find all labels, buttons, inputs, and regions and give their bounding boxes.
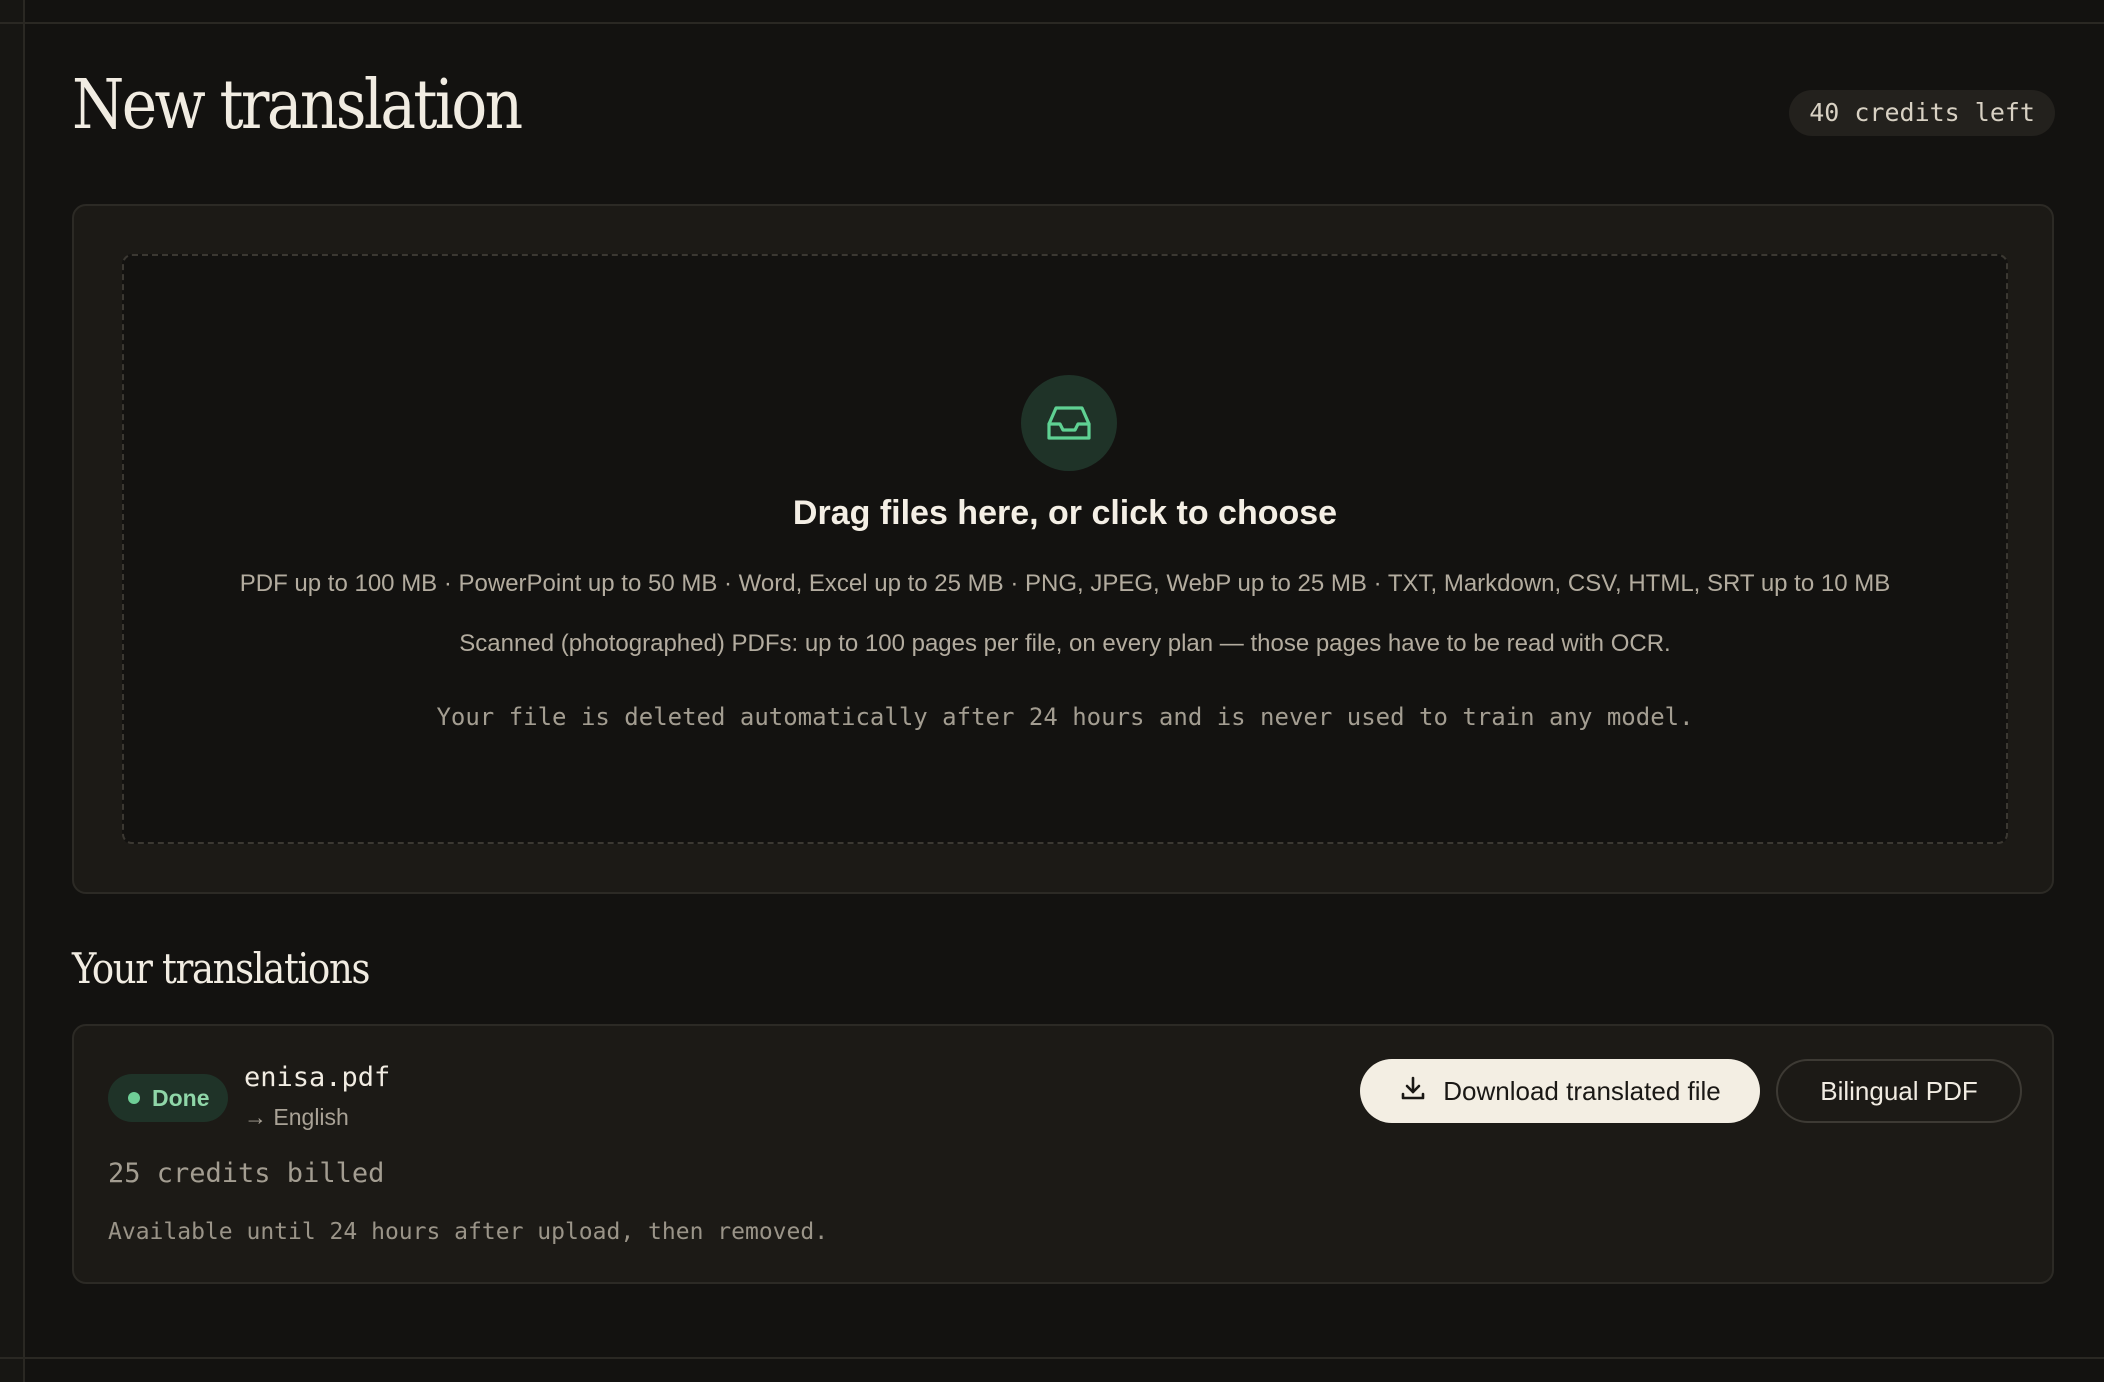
file-name: enisa.pdf [244,1062,391,1093]
credits-badge: 40 credits left [1789,90,2055,136]
inbox-icon [1021,375,1117,471]
status-dot-icon [128,1092,140,1104]
download-button-label: Download translated file [1443,1075,1721,1106]
credits-billed: 25 credits billed [108,1158,385,1189]
page-title: New translation [72,66,523,145]
privacy-note: Your file is deleted automatically after… [436,703,1694,731]
top-divider [0,22,2104,24]
translations-heading: Your translations [72,944,370,993]
app-window: New translation 40 credits left Drag fil… [0,0,2104,1382]
download-icon [1399,1074,1427,1109]
bilingual-pdf-button[interactable]: Bilingual PDF [1776,1059,2022,1123]
target-language: → English [244,1104,349,1130]
ocr-note: Scanned (photographed) PDFs: up to 100 p… [459,630,1671,657]
availability-note: Available until 24 hours after upload, t… [108,1219,829,1245]
supported-formats-text: PDF up to 100 MB · PowerPoint up to 50 M… [239,570,1891,597]
left-rail [0,0,25,1382]
file-dropzone[interactable]: Drag files here, or click to choose PDF … [122,254,2008,844]
download-translated-button[interactable]: Download translated file [1360,1059,1760,1123]
bottom-divider [0,1357,2104,1359]
status-badge: Done [108,1074,228,1122]
dropzone-title: Drag files here, or click to choose [792,494,1338,532]
status-label: Done [152,1084,210,1111]
translation-item: Done enisa.pdf → English Download transl… [72,1024,2054,1284]
upload-card: Drag files here, or click to choose PDF … [72,204,2054,894]
